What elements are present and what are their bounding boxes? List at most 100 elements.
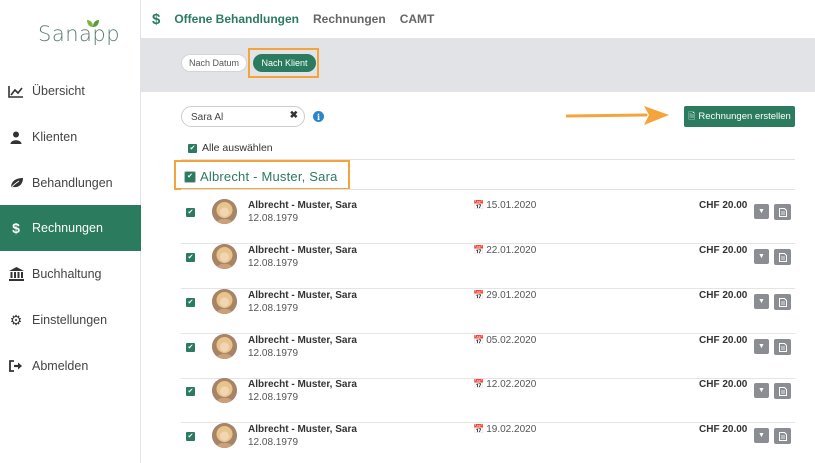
client-dob: 12.08.1979	[248, 213, 299, 224]
info-icon[interactable]: i	[313, 111, 324, 122]
filter-bar: Nach Datum Nach Klient	[141, 38, 815, 92]
highlight-box	[174, 160, 350, 190]
date-value: 22.01.2020	[486, 245, 537, 256]
user-icon	[0, 131, 32, 144]
table-row: ✔ Albrecht - Muster, Sara 12.08.1979 📅 12…	[181, 378, 795, 423]
tab-camt[interactable]: CAMT	[400, 12, 435, 26]
dollar-icon: $	[152, 10, 161, 28]
dropdown-button[interactable]: ▼	[754, 383, 769, 398]
avatar	[212, 378, 237, 403]
sidebar-item-label: Behandlungen	[32, 176, 113, 190]
amount: CHF 20.00	[699, 379, 748, 390]
calendar-icon: 📅	[473, 290, 485, 300]
amount: CHF 20.00	[699, 245, 748, 256]
document-icon	[778, 386, 787, 396]
client-name: Albrecht - Muster, Sara	[248, 245, 357, 256]
select-all-label: Alle auswählen	[202, 142, 273, 154]
leaf-icon	[0, 177, 32, 189]
sidebar-item-behandlungen[interactable]: Behandlungen	[0, 160, 141, 206]
arrow-annotation	[566, 106, 669, 125]
sidebar-item-klienten[interactable]: Klienten	[0, 114, 141, 160]
dropdown-button[interactable]: ▼	[754, 339, 769, 354]
select-all-checkbox[interactable]: ✔	[188, 143, 197, 153]
date-value: 29.01.2020	[486, 290, 537, 301]
select-all[interactable]: ✔ Alle auswählen	[188, 142, 273, 154]
client-dob: 12.08.1979	[248, 348, 299, 359]
calendar-icon: 📅	[473, 335, 485, 345]
treatment-date: 📅 05.02.2020	[473, 335, 536, 346]
app-logo: Sanapp	[38, 22, 121, 46]
document-icon	[778, 297, 787, 307]
sidebar-item-label: Buchhaltung	[32, 267, 102, 281]
document-button[interactable]	[774, 294, 791, 310]
date-value: 05.02.2020	[486, 335, 537, 346]
date-value: 19.02.2020	[486, 424, 537, 435]
document-button[interactable]	[774, 339, 791, 355]
row-checkbox[interactable]: ✔	[186, 253, 195, 262]
avatar	[212, 244, 237, 269]
tab-rechnungen[interactable]: Rechnungen	[313, 12, 386, 26]
sidebar-item-abmelden[interactable]: Abmelden	[0, 343, 141, 389]
dropdown-button[interactable]: ▼	[754, 249, 769, 264]
date-value: 15.01.2020	[486, 200, 537, 211]
treatment-date: 📅 19.02.2020	[473, 424, 536, 435]
dropdown-button[interactable]: ▼	[754, 294, 769, 309]
treatment-date: 📅 15.01.2020	[473, 200, 536, 211]
calendar-icon: 📅	[473, 245, 485, 255]
date-value: 12.02.2020	[486, 379, 537, 390]
row-checkbox[interactable]: ✔	[186, 432, 195, 441]
sidebar-item-label: Rechnungen	[32, 221, 103, 235]
row-checkbox[interactable]: ✔	[186, 343, 195, 352]
clear-icon[interactable]: ✖	[290, 110, 298, 121]
table-row: ✔ Albrecht - Muster, Sara 12.08.1979 📅 05…	[181, 334, 795, 379]
row-checkbox[interactable]: ✔	[186, 298, 195, 307]
document-icon	[778, 431, 787, 441]
client-dob: 12.08.1979	[248, 258, 299, 269]
sidebar-item-label: Einstellungen	[32, 313, 108, 327]
document-button[interactable]	[774, 249, 791, 265]
table-row: ✔ Albrecht - Muster, Sara 12.08.1979 📅 22…	[181, 244, 795, 289]
document-button[interactable]	[774, 204, 791, 220]
client-dob: 12.08.1979	[248, 392, 299, 403]
amount: CHF 20.00	[699, 335, 748, 346]
bank-icon	[0, 267, 32, 281]
divider	[181, 189, 795, 190]
document-button[interactable]	[774, 383, 791, 399]
client-name: Albrecht - Muster, Sara	[248, 200, 357, 211]
client-name: Albrecht - Muster, Sara	[248, 424, 357, 435]
create-invoices-button[interactable]: 🗎 Rechnungen erstellen	[684, 106, 795, 127]
sidebar-item-uebersicht[interactable]: Übersicht	[0, 68, 141, 114]
document-icon	[778, 342, 787, 352]
row-checkbox[interactable]: ✔	[186, 387, 195, 396]
treatment-date: 📅 12.02.2020	[473, 379, 536, 390]
client-dob: 12.08.1979	[248, 303, 299, 314]
dropdown-button[interactable]: ▼	[754, 204, 769, 219]
calendar-icon: 📅	[473, 379, 485, 389]
avatar	[212, 423, 237, 448]
filter-by-date-button[interactable]: Nach Datum	[181, 54, 247, 72]
document-button[interactable]	[774, 428, 791, 444]
search-field[interactable]: ✖	[181, 106, 305, 127]
document-icon: 🗎	[688, 110, 696, 121]
row-checkbox[interactable]: ✔	[186, 208, 195, 217]
top-bar: $ Offene Behandlungen Rechnungen CAMT	[141, 0, 815, 38]
table-row: ✔ Albrecht - Muster, Sara 12.08.1979 📅 15…	[181, 199, 795, 244]
avatar	[212, 199, 237, 224]
avatar	[212, 289, 237, 314]
sidebar-item-rechnungen[interactable]: $ Rechnungen	[0, 205, 141, 251]
client-name: Albrecht - Muster, Sara	[248, 379, 357, 390]
tab-offene-behandlungen[interactable]: Offene Behandlungen	[174, 12, 299, 26]
table-row: ✔ Albrecht - Muster, Sara 12.08.1979 📅 19…	[181, 423, 795, 463]
chart-line-icon	[0, 85, 32, 98]
create-invoices-label: Rechnungen erstellen	[698, 111, 791, 122]
client-name: Albrecht - Muster, Sara	[248, 290, 357, 301]
search-input[interactable]	[191, 110, 286, 124]
document-icon	[778, 252, 787, 262]
sidebar: Sanapp Übersicht Klienten Behandlungen $…	[0, 0, 141, 463]
dropdown-button[interactable]: ▼	[754, 428, 769, 443]
client-dob: 12.08.1979	[248, 437, 299, 448]
sidebar-item-einstellungen[interactable]: ⚙ Einstellungen	[0, 297, 141, 343]
sidebar-item-buchhaltung[interactable]: Buchhaltung	[0, 251, 141, 297]
sidebar-item-label: Klienten	[32, 130, 78, 144]
sidebar-item-label: Übersicht	[32, 84, 85, 98]
